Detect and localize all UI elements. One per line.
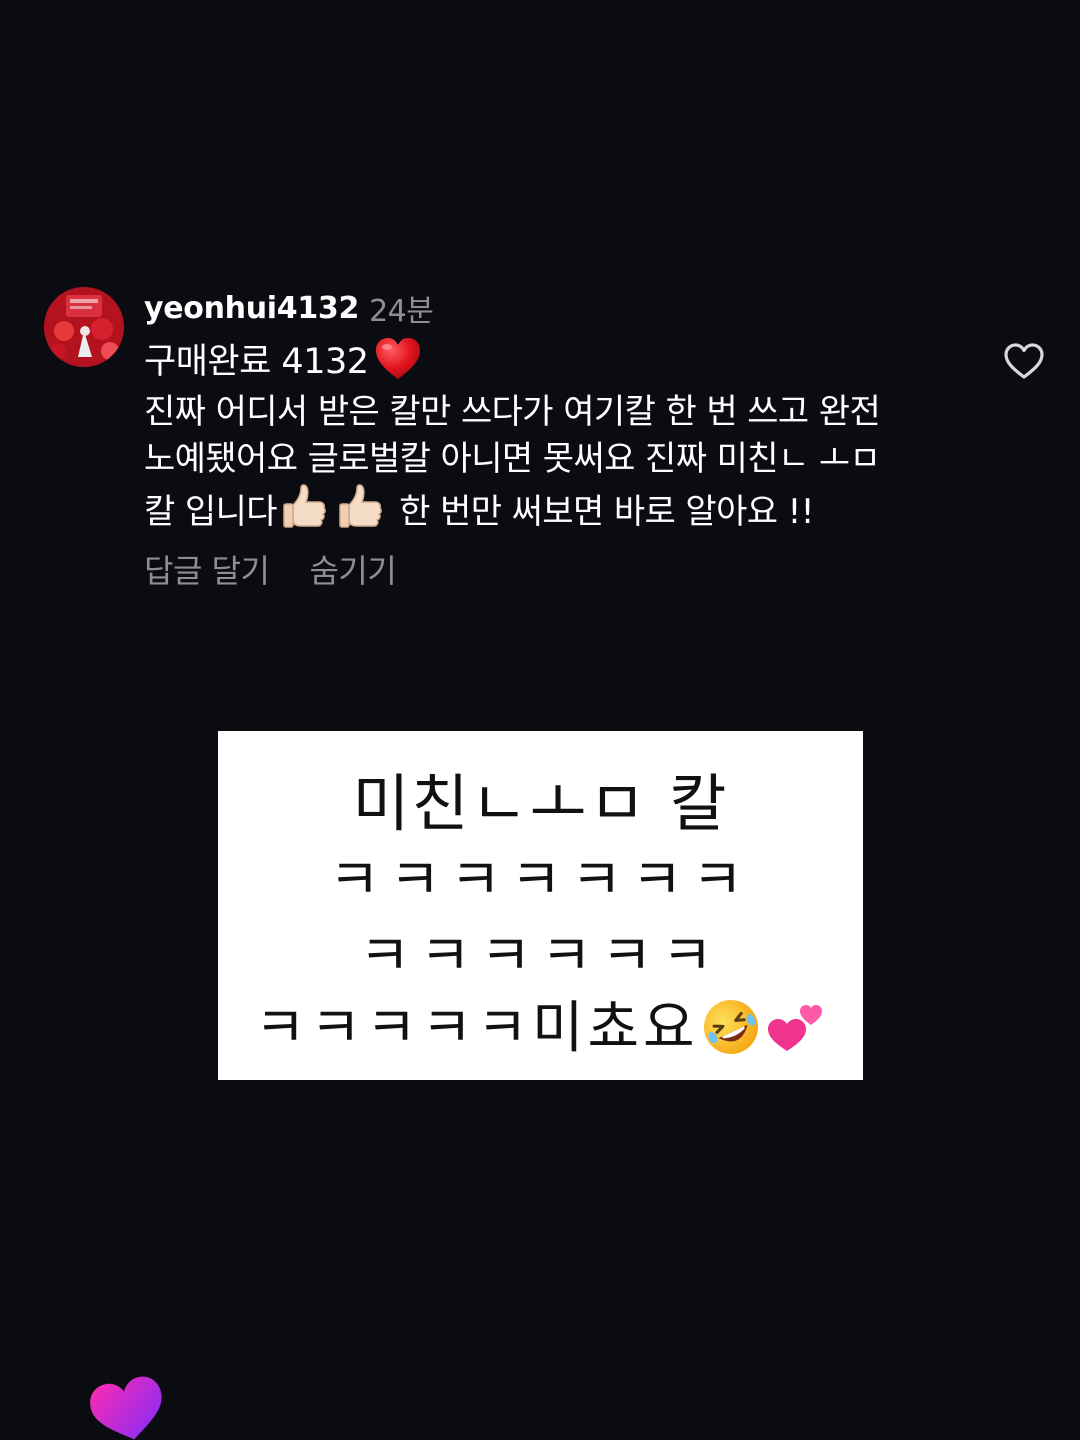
comment-line-3-start: 칼 입니다 — [144, 492, 278, 532]
comment-meta: yeonhui4132 24분 — [144, 285, 984, 331]
avatar-image — [44, 287, 124, 367]
floating-heart-icon — [90, 1376, 162, 1440]
username[interactable]: yeonhui4132 — [144, 291, 359, 326]
reply-button[interactable]: 답글 달기 — [144, 546, 270, 592]
card-line-3: ㅋㅋㅋㅋㅋㅋ — [358, 924, 723, 989]
hide-button[interactable]: 숨기기 — [309, 546, 396, 592]
red-heart-emoji-icon — [375, 338, 420, 379]
comment-text: 진짜 어디서 받은 칼만 쓰다가 여기칼 한 번 쓰고 완전 노예됐어요 글로벌… — [144, 389, 984, 536]
avatar[interactable] — [44, 287, 124, 367]
card-line-4-text: ㅋㅋㅋㅋㅋ미쵸요 — [254, 996, 699, 1061]
comment-line-2: 노예됐어요 글로벌칼 아니면 못써요 진짜 미친ㄴ ㅗㅁ — [144, 439, 881, 479]
timestamp: 24분 — [369, 294, 434, 329]
comment-line-3: 칼 입니다 한 번만 써보면 바로 알아요 !! — [144, 483, 984, 536]
thumbs-up-icon — [339, 484, 382, 528]
two-hearts-emoji-icon — [767, 1005, 822, 1051]
headline-text: 구매완료 4132 — [144, 341, 369, 382]
thumbs-up-icon — [283, 484, 326, 528]
heart-outline-icon[interactable] — [1002, 340, 1046, 384]
card-line-2: ㅋㅋㅋㅋㅋㅋㅋ — [328, 848, 753, 913]
comment-line-1: 진짜 어디서 받은 칼만 쓰다가 여기칼 한 번 쓰고 완전 — [144, 392, 881, 432]
comment-item: yeonhui4132 24분 구매완료 4132 진짜 어디서 받은 칼만 쓰… — [44, 285, 1044, 595]
reaction-card: 미친ㄴㅗㅁ 칼 ㅋㅋㅋㅋㅋㅋㅋ ㅋㅋㅋㅋㅋㅋ ㅋㅋㅋㅋㅋ미쵸요 — [218, 731, 863, 1080]
comment-headline: 구매완료 4132 — [144, 333, 984, 383]
comment-body: yeonhui4132 24분 구매완료 4132 진짜 어디서 받은 칼만 쓰… — [144, 285, 984, 592]
rolling-laughing-emoji-icon — [703, 1000, 758, 1054]
comment-actions: 답글 달기 숨기기 — [144, 546, 984, 592]
card-line-1: 미친ㄴㅗㅁ 칼 — [352, 767, 729, 840]
card-line-4: ㅋㅋㅋㅋㅋ미쵸요 — [218, 983, 863, 1064]
comment-line-3-end: 한 번만 써보면 바로 알아요 !! — [388, 492, 814, 532]
